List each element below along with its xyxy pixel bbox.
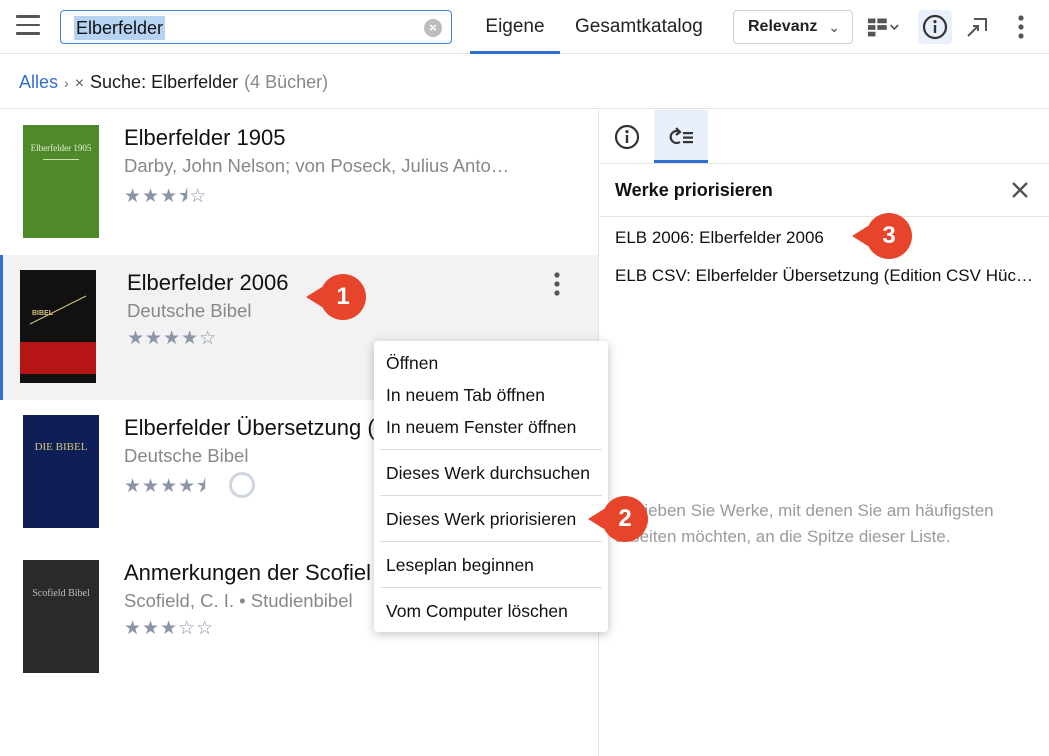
breadcrumb-root[interactable]: Alles [19,72,58,92]
book-cover: Elberfelder 1905 [23,125,99,238]
context-menu: Öffnen In neuem Tab öffnen In neuem Fens… [374,341,608,632]
menu-item-open[interactable]: Öffnen [386,353,438,374]
result-count: (4 Bücher) [244,72,329,92]
search-input[interactable]: Elberfelder [74,16,166,40]
menu-divider [380,449,602,450]
book-author: Darby, John Nelson; von Poseck, Julius A… [124,155,510,176]
tab-catalog[interactable]: Gesamtkatalog [575,0,715,54]
chevron-right-icon: › [64,75,69,91]
rating-stars[interactable]: ★★★★⯨ [124,472,207,504]
list-item[interactable]: Elberfelder 1905 Elberfelder 1905 Darby,… [0,110,598,255]
item-more-icon[interactable] [553,271,573,301]
panel-tab-info[interactable] [600,110,654,163]
panel-tab-prioritize[interactable] [654,110,708,163]
more-options-icon[interactable] [1004,10,1038,44]
close-icon[interactable] [1008,178,1032,202]
book-cover: DIE BIBEL [23,415,99,528]
clear-search-icon[interactable]: × [424,19,442,37]
panel-header: Werke priorisieren [600,163,1049,217]
breadcrumb-query: Suche: Elberfelder [90,72,239,92]
menu-item-open-window[interactable]: In neuem Fenster öffnen [386,417,576,438]
menu-item-prioritize[interactable]: Dieses Werk priorisieren [386,509,576,530]
menu-item-search-work[interactable]: Dieses Werk durchsuchen [386,463,590,484]
menu-divider [380,587,602,588]
book-cover: BIBEL [20,270,96,383]
callout-2: 2 [588,496,654,542]
priority-item[interactable]: ELB CSV: Elberfelder Übersetzung (Editio… [615,266,1039,286]
book-author: Deutsche Bibel [127,300,252,321]
view-mode-icon[interactable] [866,10,900,44]
panel-title: Werke priorisieren [615,180,773,200]
sort-dropdown[interactable]: Relevanz ⌄ [733,10,853,44]
menu-item-reading-plan[interactable]: Leseplan beginnen [386,555,534,576]
chevron-down-icon: ⌄ [828,19,840,35]
book-title: Elberfelder 1905 [124,125,286,150]
book-title: Anmerkungen der Scofiel [124,560,372,585]
remove-filter-icon[interactable]: × [75,75,84,92]
menu-icon[interactable] [16,15,40,37]
menu-divider [380,495,602,496]
book-title: Elberfelder 2006 [127,270,289,295]
sort-label: Relevanz [748,18,818,35]
menu-item-delete[interactable]: Vom Computer löschen [386,601,568,622]
priority-item[interactable]: ELB 2006: Elberfelder 2006 [615,228,824,248]
book-author: Deutsche Bibel [124,445,249,466]
callout-3: 3 [852,213,918,259]
menu-divider [380,541,602,542]
rating-stars[interactable]: ★★★★☆ [127,327,217,350]
callout-1: 1 [306,274,372,320]
top-bar: Elberfelder × Eigene Gesamtkatalog Relev… [0,0,1049,54]
cast-icon[interactable] [960,10,994,44]
tab-own[interactable]: Eigene [470,0,560,54]
side-panel: Werke priorisieren ELB 2006: Elberfelder… [600,110,1049,756]
info-icon[interactable] [918,10,952,44]
rating-stars[interactable]: ★★★☆☆ [124,617,214,640]
search-box[interactable]: Elberfelder × [60,10,452,44]
book-cover: Scofield Bibel [23,560,99,673]
panel-hint: Schieben Sie Werke, mit denen Sie am häu… [615,501,994,546]
prioritize-icon [669,126,693,144]
book-author: Scofield, C. I. • Studienbibel [124,590,353,611]
breadcrumb: Alles › × Suche: Elberfelder (4 Bücher) [0,55,1049,109]
info-icon [614,124,640,149]
rating-stars[interactable]: ★★★⯨☆ [124,182,207,214]
book-title: Elberfelder Übersetzung ( [124,415,375,440]
menu-item-open-tab[interactable]: In neuem Tab öffnen [386,385,545,406]
loading-spinner-icon [229,472,255,498]
